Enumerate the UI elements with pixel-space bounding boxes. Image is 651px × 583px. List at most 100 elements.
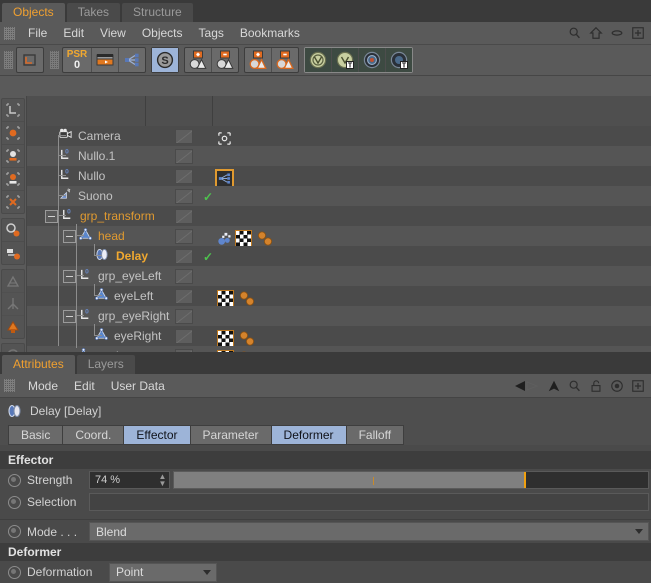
home-icon[interactable] <box>589 26 603 40</box>
deformation-dropdown[interactable]: Point <box>109 562 217 582</box>
target-icon[interactable] <box>610 379 624 393</box>
table-row[interactable]: 0 Nullo.1 <box>27 146 651 166</box>
table-row[interactable]: eyeRight <box>27 326 651 347</box>
layout-icon[interactable] <box>17 48 43 72</box>
tag-point[interactable] <box>255 231 275 246</box>
lock-icon[interactable] <box>589 379 603 393</box>
expander-icon[interactable] <box>63 309 76 323</box>
table-row[interactable]: 0 grp_transform <box>27 206 651 226</box>
strength-slider-marker[interactable] <box>523 472 526 488</box>
tag-texture[interactable] <box>217 289 234 307</box>
expander-icon[interactable] <box>45 209 58 223</box>
tab-layers[interactable]: Layers <box>76 355 135 374</box>
unfold-all-icon[interactable] <box>359 48 386 72</box>
selection-input[interactable] <box>89 493 649 511</box>
fold-all-icon[interactable] <box>305 48 332 72</box>
workplane-icon[interactable] <box>2 242 24 264</box>
edit-mode-cell[interactable] <box>175 189 193 204</box>
tag-target[interactable] <box>217 131 232 146</box>
psr-icon[interactable]: PSR 0 <box>63 48 92 72</box>
remove-object-icon[interactable] <box>212 48 238 72</box>
edit-mode-cell[interactable] <box>175 229 193 244</box>
table-row[interactable]: Suono ✓ <box>27 186 651 206</box>
fold-tags-icon[interactable]: T <box>332 48 359 72</box>
remove-selection-icon[interactable] <box>272 48 298 72</box>
plus-icon[interactable] <box>631 26 645 40</box>
edit-mode-cell[interactable] <box>175 209 193 224</box>
attr-menu-user-data[interactable]: User Data <box>103 375 173 397</box>
tab-objects[interactable]: Objects <box>2 3 65 22</box>
ellipse-icon[interactable] <box>610 26 624 40</box>
table-row[interactable]: Camera <box>27 126 651 146</box>
unfold-tags-icon[interactable]: T <box>386 48 412 72</box>
table-row[interactable]: Delay ✓ <box>27 246 651 266</box>
ptab-coord[interactable]: Coord. <box>62 425 124 445</box>
delete-axis-icon[interactable] <box>2 191 24 213</box>
tag-mograph[interactable] <box>217 231 232 246</box>
object-tree[interactable]: Camera 0 Nullo.1 0 Nullo Suono ✓ 0 grp_transform… <box>27 96 651 352</box>
tag-xpresso[interactable] <box>215 168 234 188</box>
tree-item-grp_eyeLeft[interactable]: 0 grp_eyeLeft <box>63 266 161 286</box>
mode-dropdown[interactable]: Blend <box>89 522 649 541</box>
search-icon[interactable] <box>568 26 582 40</box>
magnify-snap-icon[interactable] <box>2 219 24 242</box>
tree-item-Camera[interactable]: Camera <box>45 126 121 146</box>
edit-mode-cell[interactable] <box>175 309 193 324</box>
menu-edit[interactable]: Edit <box>55 22 92 44</box>
strength-spinner-icon[interactable]: ▲ ▼ <box>158 473 167 488</box>
tag-point[interactable] <box>237 291 257 306</box>
deformation-anim-radio[interactable] <box>8 565 21 579</box>
expander-icon[interactable] <box>63 229 76 243</box>
ptab-effector[interactable]: Effector <box>123 425 190 445</box>
menu-bookmarks[interactable]: Bookmarks <box>232 22 308 44</box>
search-icon[interactable] <box>568 379 582 393</box>
menu-view[interactable]: View <box>92 22 134 44</box>
table-row[interactable]: 0 grp_eyeRight <box>27 306 651 326</box>
pivot-icon[interactable] <box>2 293 24 316</box>
solo-icon[interactable]: S <box>152 48 178 72</box>
timeline-icon[interactable] <box>92 48 119 72</box>
enabled-check-icon[interactable]: ✓ <box>203 251 213 263</box>
edit-mode-cell[interactable] <box>175 169 193 184</box>
hierarchy-icon[interactable] <box>119 48 145 72</box>
add-object-icon[interactable] <box>185 48 212 72</box>
edit-mode-cell[interactable] <box>175 269 193 284</box>
strength-anim-radio[interactable] <box>8 473 21 487</box>
tab-attributes[interactable]: Attributes <box>2 355 75 374</box>
tab-structure[interactable]: Structure <box>122 3 193 22</box>
menu-file[interactable]: File <box>20 22 55 44</box>
back-arrow-icon[interactable] <box>514 379 540 393</box>
edit-mode-cell[interactable] <box>175 149 193 164</box>
menubar-grip-icon[interactable] <box>4 26 15 40</box>
menu-objects[interactable]: Objects <box>134 22 191 44</box>
expander-icon[interactable] <box>63 269 76 283</box>
toolbar-grip-icon[interactable] <box>4 51 13 69</box>
table-row[interactable]: 0 grp_eyeLeft <box>27 266 651 286</box>
tab-takes[interactable]: Takes <box>66 3 121 22</box>
enabled-check-icon[interactable]: ✓ <box>203 191 213 203</box>
bend-icon[interactable] <box>2 270 24 293</box>
strength-input[interactable]: 74 % ▲ ▼ <box>89 471 170 489</box>
attr-menu-mode[interactable]: Mode <box>20 375 66 397</box>
scale-tool-icon[interactable] <box>2 145 24 168</box>
tag-texture[interactable] <box>217 329 234 347</box>
attributes-grip-icon[interactable] <box>4 379 15 392</box>
edit-mode-cell[interactable] <box>175 129 193 144</box>
selection-anim-radio[interactable] <box>8 495 21 509</box>
mode-anim-radio[interactable] <box>8 525 21 538</box>
ptab-parameter[interactable]: Parameter <box>189 425 271 445</box>
table-row[interactable]: 0 Nullo <box>27 166 651 188</box>
add-selection-icon[interactable] <box>245 48 272 72</box>
axis-icon[interactable] <box>2 99 24 122</box>
tree-item-eyeLeft[interactable]: eyeLeft <box>81 286 153 306</box>
tag-point[interactable] <box>237 331 257 346</box>
edit-mode-cell[interactable] <box>175 329 193 344</box>
tree-item-Nullo[interactable]: 0 Nullo <box>45 166 105 186</box>
table-row[interactable]: head <box>27 226 651 247</box>
tree-item-grp_eyeRight[interactable]: 0 grp_eyeRight <box>63 306 169 326</box>
ptab-basic[interactable]: Basic <box>8 425 63 445</box>
toolbar-grip2-icon[interactable] <box>50 51 59 69</box>
tree-item-grp_transform[interactable]: 0 grp_transform <box>45 206 155 226</box>
up-arrow-icon[interactable] <box>547 379 561 393</box>
tree-item-Delay[interactable]: Delay <box>81 246 148 266</box>
